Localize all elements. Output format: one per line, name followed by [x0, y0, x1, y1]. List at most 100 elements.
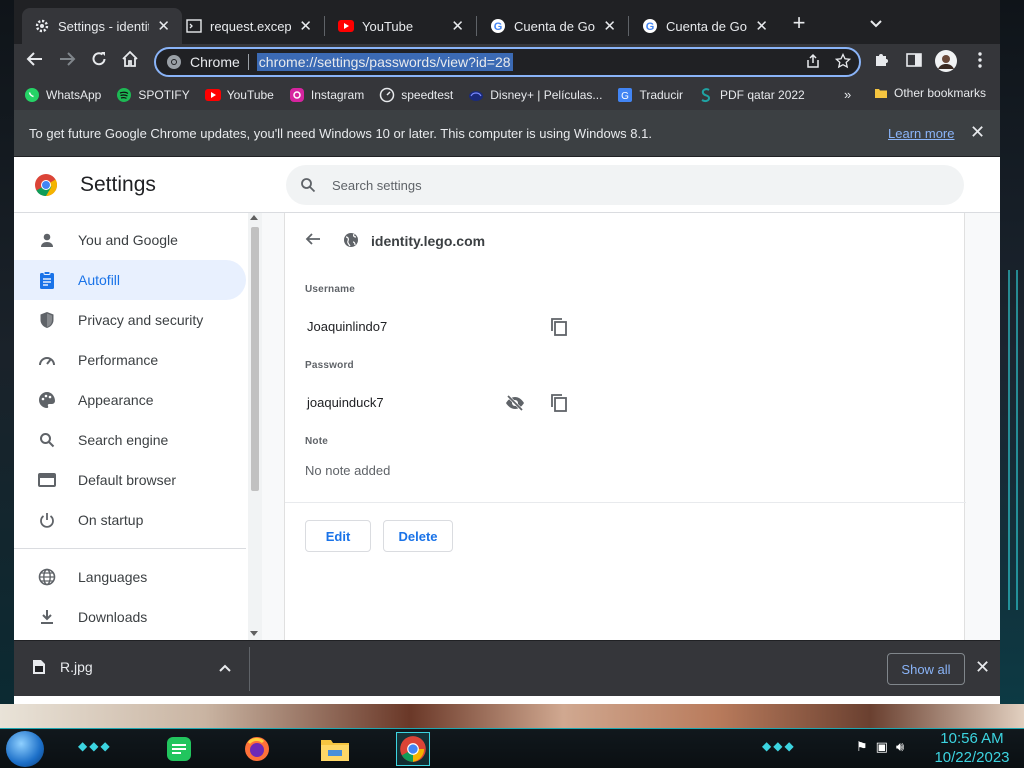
bookmark-pdf-qatar[interactable]: PDF qatar 2022 [698, 87, 805, 103]
file-icon [33, 660, 45, 674]
back-button[interactable] [305, 231, 321, 252]
side-panel-button[interactable] [902, 50, 926, 74]
back-button[interactable] [23, 50, 47, 74]
password-detail-section: identity.lego.com Username Joaquinlindo7… [285, 213, 966, 503]
bookmark-traducir[interactable]: G Traducir [617, 87, 683, 103]
chevron-up-icon[interactable] [219, 659, 231, 675]
sidebar-item-label: Autofill [78, 272, 121, 288]
url-text[interactable]: chrome://settings/passwords/view?id=28 [256, 53, 513, 71]
volume-icon[interactable]: 🔊︎ [896, 739, 904, 755]
tab-title: Settings - identit [58, 18, 150, 34]
sidebar-scrollbar[interactable] [248, 213, 262, 640]
sidebar-item-label: Downloads [78, 609, 148, 625]
menu-button[interactable] [968, 50, 992, 74]
gear-icon [34, 18, 50, 34]
bookmark-speedtest[interactable]: speedtest [379, 87, 453, 103]
download-filename: R.jpg [60, 659, 93, 675]
puzzle-icon [876, 54, 888, 66]
sidebar-item-downloads[interactable]: Downloads [14, 597, 246, 637]
search-settings-input[interactable]: Search settings [286, 165, 964, 205]
folder-icon [321, 740, 349, 761]
tab-search-button[interactable] [864, 12, 888, 36]
show-all-button[interactable]: Show all [887, 653, 965, 685]
edit-button[interactable]: Edit [305, 520, 371, 552]
youtube-icon [338, 18, 354, 34]
sidebar-item-appearance[interactable]: Appearance [14, 380, 246, 420]
tab-title: YouTube [362, 18, 414, 34]
sidebar-item-label: Performance [78, 352, 159, 368]
close-icon[interactable]: ✕ [157, 17, 170, 35]
tab-request-exception[interactable]: request.exceptio ✕ [174, 8, 324, 44]
tab-google-account-1[interactable]: G Cuenta de Goog ✕ [478, 8, 628, 44]
close-icon[interactable]: ✕ [299, 17, 312, 35]
sidebar-item-on-startup[interactable]: On startup [14, 500, 246, 540]
sidebar-item-you-and-google[interactable]: You and Google [14, 220, 246, 260]
windows-taskbar: ◆◆◆ ◆◆◆ ⚑ ▣ 🔊︎ 10:56 AM 10/22/2023 [0, 728, 1024, 768]
terminal-icon [186, 18, 202, 34]
hide-password-button[interactable] [505, 394, 525, 414]
other-bookmarks[interactable]: Other bookmarks [874, 86, 986, 100]
taskbar-clock[interactable]: 10:56 AM 10/22/2023 [930, 729, 1014, 767]
download-item[interactable]: R.jpg [32, 659, 93, 675]
close-icon[interactable]: ✕ [970, 122, 985, 143]
sidebar-item-autofill[interactable]: Autofill [14, 260, 246, 300]
close-icon[interactable]: ✕ [975, 657, 990, 678]
star-icon[interactable] [834, 52, 852, 73]
scroll-down-arrow[interactable] [250, 631, 258, 636]
taskbar-decoration: ◆◆◆ [762, 739, 796, 753]
extensions-button[interactable] [870, 50, 894, 74]
copy-password-button[interactable] [550, 393, 570, 413]
side-panel-icon [906, 53, 922, 67]
arrow-right-icon [60, 52, 76, 66]
bookmark-whatsapp[interactable]: WhatsApp [24, 87, 101, 103]
reload-button[interactable] [87, 50, 111, 74]
new-tab-button[interactable]: + [787, 12, 811, 36]
arrow-left-icon [26, 52, 42, 66]
bookmark-label: speedtest [401, 88, 454, 102]
tab-separator [476, 16, 477, 36]
sidebar-item-languages[interactable]: Languages [14, 557, 246, 597]
sidebar-item-performance[interactable]: Performance [14, 340, 246, 380]
home-button[interactable] [118, 50, 142, 74]
other-bookmarks-label: Other bookmarks [894, 86, 987, 100]
network-icon[interactable]: ▣ [876, 739, 888, 755]
copy-username-button[interactable] [550, 317, 570, 337]
taskbar-app-chrome[interactable] [396, 732, 430, 766]
tab-google-account-2[interactable]: G Cuenta de Goog ✕ [630, 8, 780, 44]
site-chip[interactable]: Chrome [166, 54, 240, 70]
close-icon[interactable]: ✕ [755, 17, 768, 35]
learn-more-link[interactable]: Learn more [888, 126, 954, 141]
sidebar-divider [14, 548, 246, 549]
forward-button[interactable] [55, 50, 79, 74]
sidebar-item-search-engine[interactable]: Search engine [14, 420, 246, 460]
bookmark-instagram[interactable]: Instagram [289, 87, 364, 103]
taskbar-app-file-explorer[interactable] [318, 732, 352, 766]
sidebar-item-default-browser[interactable]: Default browser [14, 460, 246, 500]
profile-avatar[interactable] [934, 50, 958, 74]
instagram-icon [289, 88, 304, 102]
clipboard-icon [38, 271, 56, 289]
share-icon[interactable] [805, 53, 821, 73]
flag-icon[interactable]: ⚑ [856, 739, 868, 755]
bookmark-youtube[interactable]: YouTube [204, 88, 274, 102]
person-icon [38, 231, 56, 249]
bookmarks-overflow-button[interactable]: » [844, 87, 851, 102]
copy-icon [551, 318, 567, 336]
taskbar-app-firefox[interactable] [240, 732, 274, 766]
delete-button[interactable]: Delete [383, 520, 453, 552]
taskbar-app-notes[interactable] [162, 732, 196, 766]
scrollbar-thumb[interactable] [251, 227, 259, 491]
close-icon[interactable]: ✕ [451, 17, 464, 35]
bookmark-spotify[interactable]: SPOTIFY [116, 87, 190, 103]
bookmark-disney[interactable]: Disney+ | Películas... [468, 87, 602, 103]
scroll-up-arrow[interactable] [250, 215, 258, 220]
tab-settings[interactable]: Settings - identit ✕ [22, 8, 182, 44]
address-bar[interactable]: Chrome chrome://settings/passwords/view?… [154, 47, 861, 77]
google-icon: G [490, 18, 506, 34]
close-icon[interactable]: ✕ [603, 17, 616, 35]
tab-youtube[interactable]: YouTube ✕ [326, 8, 476, 44]
whatsapp-icon [25, 88, 39, 102]
sidebar-item-privacy-and-security[interactable]: Privacy and security [14, 300, 246, 340]
start-button[interactable] [6, 731, 44, 767]
password-label: Password [305, 360, 354, 371]
